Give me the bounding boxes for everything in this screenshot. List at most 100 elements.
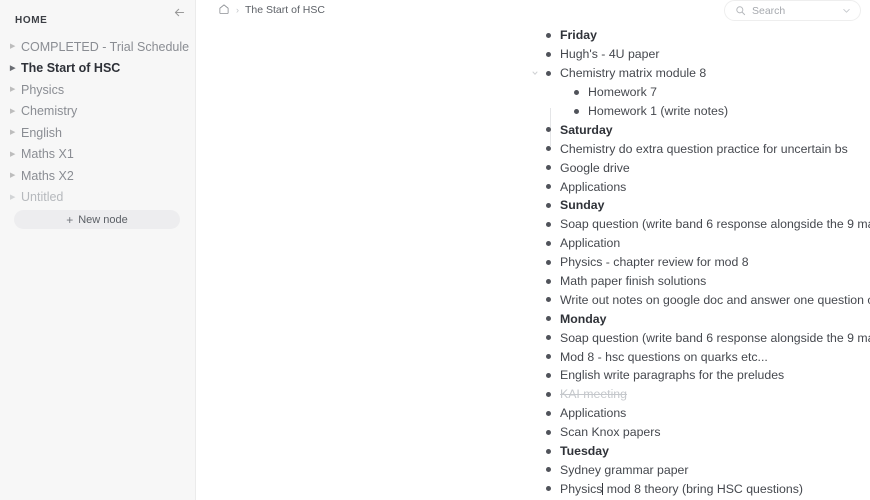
outline-row-text: KAI meeting bbox=[560, 387, 627, 402]
text-after-caret: mod 8 theory (bring HSC questions) bbox=[603, 481, 803, 496]
sidebar-item-english[interactable]: ▶ English bbox=[0, 122, 195, 144]
sidebar-item-label: Chemistry bbox=[21, 104, 78, 119]
outline-row[interactable]: Saturday bbox=[196, 120, 870, 139]
bullet-icon bbox=[546, 354, 551, 360]
sidebar-item-physics[interactable]: ▶ Physics bbox=[0, 79, 195, 101]
bullet-icon bbox=[546, 202, 551, 208]
sidebar-item-label: Maths X1 bbox=[21, 147, 74, 162]
sidebar-item-label: COMPLETED - Trial Schedule bbox=[21, 39, 190, 54]
app-root: HOME ▶ COMPLETED - Trial Schedule ▶ The … bbox=[0, 0, 870, 500]
outline-row[interactable]: Homework 7 bbox=[196, 83, 870, 102]
sidebar-item-completed-trial-schedule[interactable]: ▶ COMPLETED - Trial Schedule bbox=[0, 36, 195, 58]
home-icon[interactable] bbox=[218, 3, 230, 18]
triangle-right-icon: ▶ bbox=[10, 172, 16, 180]
bullet-icon bbox=[574, 108, 579, 114]
outline-row-text: Applications bbox=[560, 179, 627, 194]
bullet-icon bbox=[546, 429, 551, 435]
bullet-icon bbox=[546, 316, 551, 322]
outline-row[interactable]: Monday bbox=[196, 309, 870, 328]
sidebar-item-maths-x1[interactable]: ▶ Maths X1 bbox=[0, 144, 195, 166]
outline-row[interactable]: Sunday bbox=[196, 196, 870, 215]
outline-row-text: Homework 7 bbox=[588, 85, 658, 100]
sidebar-item-chemistry[interactable]: ▶ Chemistry bbox=[0, 101, 195, 123]
outline-row-text: Write out notes on google doc and answer… bbox=[560, 292, 870, 307]
arrow-left-icon[interactable] bbox=[169, 2, 189, 22]
sidebar-item-label: Physics bbox=[21, 82, 65, 97]
breadcrumb-current[interactable]: The Start of HSC bbox=[245, 4, 325, 16]
outline-row-text: Math paper finish solutions bbox=[560, 274, 707, 289]
outline-row[interactable]: English write paragraphs for the prelude… bbox=[196, 366, 870, 385]
sidebar-item-untitled[interactable]: ▶ Untitled bbox=[0, 187, 195, 209]
sidebar-item-label: Maths X2 bbox=[21, 168, 74, 183]
outline-row-text: Sydney grammar paper bbox=[560, 462, 689, 477]
bullet-icon bbox=[546, 146, 551, 152]
outline-row-text: Tuesday bbox=[560, 444, 609, 459]
outline-row[interactable]: Applications bbox=[196, 177, 870, 196]
outline-list: Friday Hugh's - 4U paper Chemistry matri… bbox=[196, 26, 870, 498]
triangle-right-icon: ▶ bbox=[10, 107, 16, 115]
search-icon bbox=[735, 5, 746, 16]
sidebar-item-label: Untitled bbox=[21, 190, 64, 205]
sidebar-home-label: HOME bbox=[15, 15, 48, 26]
bullet-icon bbox=[546, 259, 551, 265]
outline-row[interactable]: Soap question (write band 6 response alo… bbox=[196, 215, 870, 234]
outline-row[interactable]: Chemistry do extra question practice for… bbox=[196, 139, 870, 158]
outline-row[interactable]: Sydney grammar paper bbox=[196, 460, 870, 479]
outline-row-editing[interactable]: Physics mod 8 theory (bring HSC question… bbox=[196, 479, 870, 498]
bullet-icon bbox=[546, 240, 551, 246]
bullet-icon bbox=[546, 335, 551, 341]
sidebar-item-the-start-of-hsc[interactable]: ▶ The Start of HSC bbox=[0, 58, 195, 80]
chevron-down-icon[interactable] bbox=[841, 5, 852, 16]
search-box[interactable] bbox=[724, 0, 861, 21]
outline-row-text: Physics mod 8 theory (bring HSC question… bbox=[560, 482, 803, 496]
sidebar-item-label: The Start of HSC bbox=[21, 61, 121, 76]
sidebar-item-maths-x2[interactable]: ▶ Maths X2 bbox=[0, 165, 195, 187]
outline-row[interactable]: Mod 8 - hsc questions on quarks etc... bbox=[196, 347, 870, 366]
outline-row[interactable]: Soap question (write band 6 response alo… bbox=[196, 328, 870, 347]
outline-row[interactable]: Friday bbox=[196, 26, 870, 45]
outline-row-text: Saturday bbox=[560, 122, 613, 137]
outline-row[interactable]: Math paper finish solutions bbox=[196, 272, 870, 291]
outline-row-text: Monday bbox=[560, 311, 607, 326]
bullet-icon bbox=[546, 410, 551, 416]
outline-row-text: Mod 8 - hsc questions on quarks etc... bbox=[560, 349, 768, 364]
outline-row-text: Soap question (write band 6 response alo… bbox=[560, 330, 870, 345]
bullet-icon bbox=[546, 448, 551, 454]
topbar: › The Start of HSC bbox=[196, 0, 870, 21]
triangle-right-icon: ▶ bbox=[10, 86, 16, 94]
bullet-icon bbox=[546, 51, 551, 57]
triangle-right-icon: ▶ bbox=[10, 150, 16, 158]
outline-row[interactable]: Application bbox=[196, 234, 870, 253]
chevron-down-icon[interactable] bbox=[531, 69, 540, 77]
sidebar: HOME ▶ COMPLETED - Trial Schedule ▶ The … bbox=[0, 0, 196, 500]
new-node-button[interactable]: + New node bbox=[14, 210, 180, 229]
outline-row[interactable]: Homework 1 (write notes) bbox=[196, 102, 870, 121]
outline-row[interactable]: Scan Knox papers bbox=[196, 423, 870, 442]
outline-row[interactable]: Google drive bbox=[196, 158, 870, 177]
outline-row-completed[interactable]: KAI meeting bbox=[196, 385, 870, 404]
sidebar-item-list: ▶ COMPLETED - Trial Schedule ▶ The Start… bbox=[0, 27, 195, 208]
text-before-caret: Physics bbox=[560, 481, 603, 496]
plus-icon: + bbox=[66, 212, 74, 227]
outline-row-text: Application bbox=[560, 236, 621, 251]
outline-row[interactable]: Hugh's - 4U paper bbox=[196, 45, 870, 64]
outline-row-text: Physics - chapter review for mod 8 bbox=[560, 255, 749, 270]
triangle-right-icon: ▶ bbox=[10, 43, 16, 51]
outline-row-text: Friday bbox=[560, 28, 597, 43]
outline-row-text: Scan Knox papers bbox=[560, 425, 661, 440]
bullet-icon bbox=[546, 32, 551, 38]
outline-row-text: Sunday bbox=[560, 198, 605, 213]
outline-row[interactable]: Tuesday bbox=[196, 442, 870, 461]
outline-row[interactable]: Write out notes on google doc and answer… bbox=[196, 290, 870, 309]
outline-row[interactable]: Physics - chapter review for mod 8 bbox=[196, 253, 870, 272]
search-input[interactable] bbox=[752, 4, 838, 17]
bullet-icon bbox=[546, 467, 551, 473]
bullet-icon bbox=[546, 278, 551, 284]
triangle-right-icon: ▶ bbox=[10, 129, 16, 137]
outline-row-text: Chemistry matrix module 8 bbox=[560, 66, 707, 81]
bullet-icon bbox=[546, 165, 551, 171]
outline-row[interactable]: Applications bbox=[196, 404, 870, 423]
bullet-icon bbox=[546, 391, 551, 397]
outline-row[interactable]: Chemistry matrix module 8 bbox=[196, 64, 870, 83]
bullet-icon bbox=[546, 184, 551, 190]
